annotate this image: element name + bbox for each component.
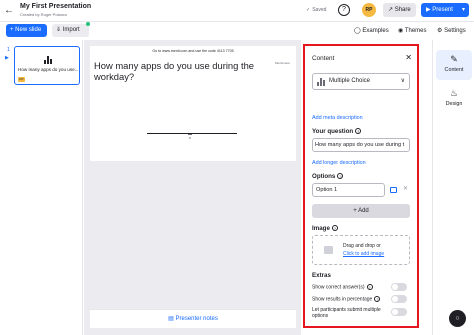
extras-multiple-label: Let participants submit multiple options [312,307,381,319]
settings-label: Settings [444,28,466,34]
chevron-down-icon: ∨ [400,78,405,84]
examples-label: Examples [362,28,389,34]
bar-chart-icon [317,77,326,86]
extras-percentage-text: Show results in percentage [312,296,373,303]
help-icon[interactable]: ? [355,128,362,135]
palette-icon: ◉ [398,28,404,34]
chart-bar [188,134,192,135]
extras-percentage-label: Show results in percentage? [312,296,381,303]
question-type-label: Multiple Choice [329,78,371,84]
extras-show-correct-text: Show correct answer(s) [312,284,365,291]
add-image-link[interactable]: Click to add image [343,251,384,257]
tab-content[interactable]: ✎ Content [436,50,472,80]
slide-question[interactable]: How many apps do you use during the work… [94,60,264,82]
slide-thumbnail[interactable]: How many apps do you use... RP [14,46,80,85]
presenter-notes-button[interactable]: ▤ Presenter notes [90,309,296,328]
presentation-title[interactable]: My First Presentation [20,3,91,10]
help-icon[interactable]: ? [338,4,350,16]
themes-label: Themes [404,28,427,34]
option-input[interactable]: Option 1 [312,183,385,197]
add-option-button[interactable]: + Add [312,204,410,218]
thumbnail-text: How many apps do you use... [18,67,79,72]
multiple-options-toggle[interactable] [391,308,407,316]
add-option-label: Add [358,208,369,214]
bar-chart-icon [43,54,53,64]
content-panel: Content ✕ Multiple Choice ∨ Add meta des… [303,44,419,328]
share-label: Share [394,7,411,13]
image-icon[interactable] [390,187,397,193]
percentage-toggle[interactable] [391,295,407,303]
avatar[interactable]: RP [362,3,376,17]
side-rail: ✎ Content ♨ Design [432,40,474,335]
notes-icon: ▤ [168,316,174,322]
play-icon: ▶ [426,7,431,13]
add-longer-description-link[interactable]: Add longer description [312,160,366,166]
import-label: Import [62,27,80,33]
tab-design[interactable]: ♨ Design [436,84,472,114]
play-icon: ▶ [5,55,9,61]
help-icon[interactable]: ? [366,284,373,290]
present-label: Present [432,7,453,13]
extras-show-correct-label: Show correct answer(s)? [312,284,373,290]
chart-bar-label: 0 [189,136,191,140]
import-icon: ⇓ [56,27,62,33]
help-icon[interactable]: ? [331,225,338,232]
chat-bubble-icon[interactable]: ○ [449,310,466,327]
saved-label: Saved [312,7,327,13]
editor-toolbar: + New slide ⇓ Import ◯ Examples ◉ Themes… [0,22,474,40]
presentation-subtitle: Created by Roger Polanco [20,12,68,17]
panel-title: Content [312,55,335,62]
image-dropzone[interactable]: Drag and drop or Click to add image [312,235,410,265]
examples-button[interactable]: ◯ Examples [354,27,389,34]
close-icon[interactable]: ✕ [403,185,408,192]
check-icon: ✓ [306,7,311,13]
new-slide-label: New slide [15,27,42,33]
new-slide-button[interactable]: + New slide [6,24,47,37]
question-input[interactable]: How many apps do you use during t [312,138,410,152]
chart-axis [147,133,237,134]
gear-icon: ⚙ [437,28,443,34]
paint-bucket-icon: ♨ [449,88,459,98]
presenter-notes-label: Presenter notes [175,316,218,322]
tab-design-label: Design [445,101,463,107]
share-button[interactable]: ↗ Share [383,3,416,17]
slide-preview[interactable]: Go to www.menti.com and use the code 411… [90,46,296,161]
edit-icon: ✎ [450,54,458,64]
back-arrow-icon[interactable]: ← [4,5,16,17]
slide-list: 1 ▶ How many apps do you use... RP [0,40,83,335]
thumbnail-badge: RP [18,77,25,82]
image-text: Image [312,225,330,232]
present-button[interactable]: ▶ Present ▾ [421,3,469,17]
question-type-select[interactable]: Multiple Choice ∨ [312,73,410,90]
settings-button[interactable]: ⚙ Settings [437,27,466,34]
share-icon: ↗ [388,7,394,13]
themes-button[interactable]: ◉ Themes [398,27,427,34]
show-correct-toggle[interactable] [391,283,407,291]
import-button[interactable]: ⇓ Import [52,24,89,37]
options-label: Options? [312,173,344,180]
join-instructions: Go to www.menti.com and use the code 411… [152,49,234,53]
extras-label: Extras [312,272,331,279]
options-text: Options [312,173,336,180]
your-question-label: Your question? [312,128,362,135]
saved-status: ✓ Saved [306,7,326,13]
top-bar: ← My First Presentation Created by Roger… [0,0,474,22]
close-icon[interactable]: ✕ [405,53,412,62]
help-icon[interactable]: ? [374,296,381,302]
tab-content-label: Content [444,67,464,73]
drop-text: Drag and drop or [343,243,381,249]
chevron-down-icon[interactable]: ▾ [462,3,465,17]
notification-dot [86,22,90,26]
examples-icon: ◯ [354,28,361,34]
your-question-text: Your question [312,128,354,135]
slide-number: 1 [7,47,10,53]
add-meta-description-link[interactable]: Add meta description [312,115,363,121]
image-label: Image? [312,225,338,232]
slide-canvas-area: Go to www.menti.com and use the code 411… [84,40,301,335]
help-icon[interactable]: ? [337,173,344,180]
mentimeter-logo: Mentimeter [274,61,290,65]
image-icon [324,246,333,254]
